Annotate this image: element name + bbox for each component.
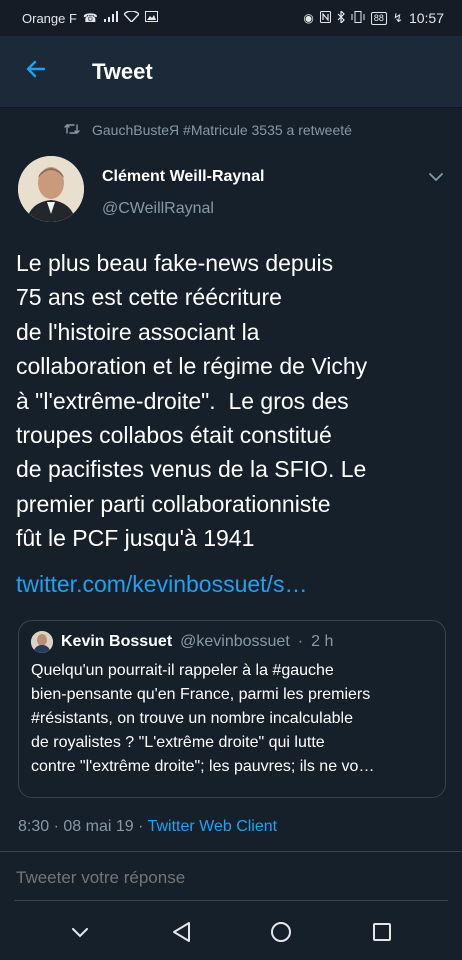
- nav-recents-icon: [372, 922, 392, 947]
- reply-bar: [0, 852, 462, 908]
- bluetooth-icon: [337, 9, 345, 26]
- clock: 10:57: [408, 10, 444, 26]
- app-bar: Tweet: [0, 36, 462, 108]
- image-icon: [144, 11, 158, 25]
- nav-recents-button[interactable]: [362, 914, 402, 954]
- reply-input[interactable]: [16, 868, 446, 888]
- retweet-text: GauchBusteЯ #Matricule 3535 a retweeté: [92, 122, 352, 138]
- signal-icon: [103, 11, 118, 25]
- tweet-text: Le plus beau fake-news depuis 75 ans est…: [16, 250, 368, 552]
- nav-back-button[interactable]: [161, 914, 201, 954]
- nav-collapse-button[interactable]: [60, 914, 100, 954]
- retweet-context[interactable]: GauchBusteЯ #Matricule 3535 a retweeté: [64, 122, 352, 138]
- nav-home-icon: [270, 921, 292, 948]
- quoted-author-name: Kevin Bossuet: [61, 633, 173, 650]
- author-name: Clément Weill-Raynal: [102, 168, 265, 185]
- meta-separator-1: ·: [53, 818, 59, 835]
- quoted-tweet[interactable]: Kevin Bossuet @kevinbossuet · 2 h Quelqu…: [18, 620, 446, 798]
- retweet-icon: [64, 122, 80, 138]
- arrow-left-icon: [24, 57, 48, 86]
- page-title: Tweet: [92, 58, 153, 84]
- tweet-menu-button[interactable]: [424, 166, 448, 190]
- tweet-meta: 8:30 · 08 mai 19 · Twitter Web Client: [18, 818, 277, 836]
- quoted-tweet-header: Kevin Bossuet @kevinbossuet · 2 h: [31, 631, 433, 653]
- author-handle: @CWeillRaynal: [102, 200, 214, 217]
- status-bar: Orange F ☎ ◉ 88 ↯ 10:57: [0, 0, 462, 36]
- nfc-icon: [319, 10, 331, 26]
- nav-collapse-icon: [72, 925, 89, 943]
- quoted-separator: ·: [297, 633, 304, 650]
- quoted-tweet-text: Quelqu'un pourrait-il rappeler à la #gau…: [31, 662, 375, 775]
- tweet-time: 8:30: [18, 818, 50, 835]
- meta-separator-2: ·: [138, 818, 144, 835]
- quoted-time: 2 h: [311, 633, 334, 650]
- tweet-client-link[interactable]: Twitter Web Client: [148, 818, 278, 835]
- tweet-date: 08 mai 19: [63, 818, 134, 835]
- nav-back-icon: [171, 921, 191, 948]
- eye-icon: ◉: [303, 11, 314, 25]
- tweet-link[interactable]: twitter.com/kevinbossuet/s…: [16, 567, 307, 601]
- quoted-author-handle: @kevinbossuet: [180, 633, 290, 650]
- status-left: Orange F ☎: [22, 10, 158, 26]
- carrier-label: Orange F: [22, 10, 77, 26]
- chevron-down-icon: [429, 169, 443, 187]
- charging-icon: ↯: [392, 11, 403, 25]
- status-right: ◉ 88 ↯ 10:57: [303, 9, 444, 26]
- quoted-avatar: [31, 631, 53, 653]
- back-button[interactable]: [0, 36, 72, 108]
- call-icon: ☎: [82, 11, 98, 25]
- nav-home-button[interactable]: [261, 914, 301, 954]
- vibrate-icon: [351, 10, 365, 26]
- battery-level: 88: [373, 12, 384, 23]
- system-navigation-bar: [0, 908, 462, 960]
- tweet-author[interactable]: Clément Weill-Raynal @CWeillRaynal: [18, 156, 448, 228]
- battery-icon: 88: [370, 11, 387, 25]
- wifi-icon: [122, 10, 140, 25]
- reply-underline: [14, 900, 448, 901]
- avatar[interactable]: [18, 156, 84, 222]
